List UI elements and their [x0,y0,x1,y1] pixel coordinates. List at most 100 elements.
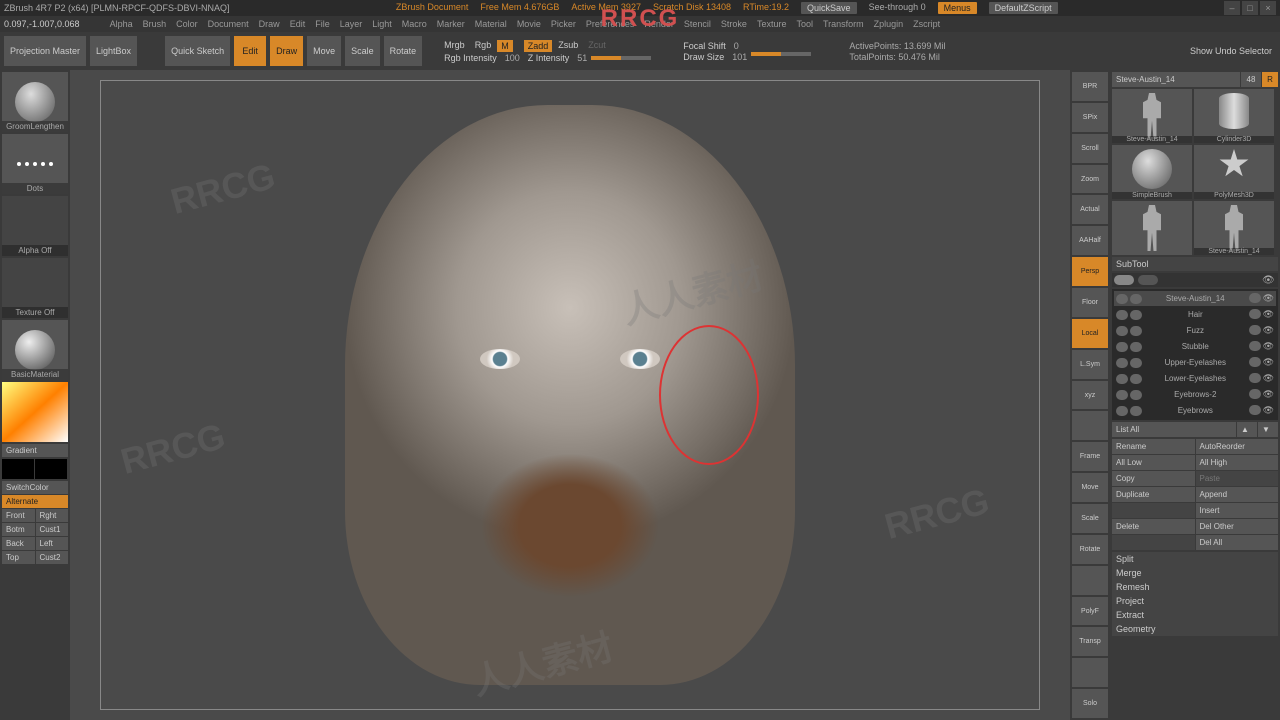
section-merge[interactable]: Merge [1112,566,1278,580]
rtool-scroll[interactable]: Scroll [1072,134,1108,163]
toggle-icon[interactable] [1116,406,1128,416]
rtool-actual[interactable]: Actual [1072,195,1108,224]
brush-toggle-icon[interactable] [1249,309,1261,319]
eye-icon[interactable]: 👁 [1263,389,1274,400]
cust2-button[interactable]: Cust2 [36,551,69,564]
stroke-selector[interactable]: Dots [2,134,68,194]
subtool-item[interactable]: Upper-Eyelashes👁 [1114,355,1276,370]
rtool-l.sym[interactable]: L.Sym [1072,350,1108,379]
close-button[interactable]: × [1260,1,1276,15]
rtool-polyf[interactable]: PolyF [1072,597,1108,626]
paste-button[interactable]: Paste [1196,471,1279,486]
duplicate-button[interactable]: Duplicate [1112,487,1195,502]
scale-button[interactable]: Scale [345,36,380,66]
brush-toggle-icon[interactable] [1249,357,1261,367]
append-button[interactable]: Append [1196,487,1279,502]
draw-size-value[interactable]: 101 [732,52,747,62]
copy-button[interactable]: Copy [1112,471,1195,486]
zscript-button[interactable]: DefaultZScript [989,2,1058,14]
rgb-button[interactable]: Rgb [471,40,496,52]
all-high-button[interactable]: All High [1196,455,1279,470]
toggle-icon[interactable] [1116,310,1128,320]
rtool-move[interactable]: Move [1072,473,1108,502]
rtool-xyz[interactable]: xyz [1072,381,1108,410]
rtool-aahalf[interactable]: AAHalf [1072,226,1108,255]
brush-selector[interactable]: GroomLengthen [2,72,68,132]
gradient-button[interactable]: Gradient [2,444,68,457]
tool-r-button[interactable]: R [1262,72,1278,87]
lightbox-button[interactable]: LightBox [90,36,137,66]
move-button[interactable]: Move [307,36,341,66]
tool-thumb[interactable]: Cylinder3D [1194,89,1274,143]
tool-num[interactable]: 48 [1241,72,1261,87]
rtool-zoom[interactable]: Zoom [1072,165,1108,194]
color-picker[interactable] [2,382,68,442]
min-button[interactable]: – [1224,1,1240,15]
toggle-icon[interactable] [1116,390,1128,400]
tool-thumb[interactable]: Steve-Austin_14 [1112,89,1192,143]
subtool-toggle-icon[interactable] [1114,275,1134,285]
tool-thumb[interactable] [1112,201,1192,255]
menu-macro[interactable]: Macro [402,19,427,29]
rotate-button[interactable]: Rotate [384,36,423,66]
max-button[interactable]: □ [1242,1,1258,15]
menu-document[interactable]: Document [208,19,249,29]
menu-edit[interactable]: Edit [290,19,306,29]
rtool-blank[interactable] [1072,411,1108,440]
m-button[interactable]: M [497,40,513,52]
brush-toggle-icon[interactable] [1249,389,1261,399]
front-button[interactable]: Front [2,509,35,522]
focal-shift-value[interactable]: 0 [734,41,739,51]
delete-button[interactable]: Delete [1112,519,1195,534]
menu-tool[interactable]: Tool [796,19,813,29]
brush-toggle-icon[interactable] [1249,405,1261,415]
subtool-item[interactable]: Eyebrows👁 [1114,403,1276,418]
subtool-item[interactable]: Hair👁 [1114,307,1276,322]
subtool-item[interactable]: Fuzz👁 [1114,323,1276,338]
right-button[interactable]: Rght [36,509,69,522]
alternate-button[interactable]: Alternate [2,495,68,508]
rtool-floor[interactable]: Floor [1072,288,1108,317]
brush-toggle-icon[interactable] [1249,293,1261,303]
quicksave-button[interactable]: QuickSave [801,2,857,14]
top-button[interactable]: Top [2,551,35,564]
sculpt-model[interactable] [345,105,795,685]
undo-selector[interactable]: Show Undo Selector [1186,46,1276,56]
menu-stencil[interactable]: Stencil [684,19,711,29]
arrow-down-button[interactable]: ▼ [1258,422,1278,437]
tool-thumb[interactable]: SimpleBrush [1112,145,1192,199]
projection-master-button[interactable]: Projection Master [4,36,86,66]
rename-button[interactable]: Rename [1112,439,1195,454]
subtool-item[interactable]: Eyebrows-2👁 [1114,387,1276,402]
back-button[interactable]: Back [2,537,35,550]
subtool-toggle-icon[interactable] [1138,275,1158,285]
toggle-icon[interactable] [1130,374,1142,384]
section-extract[interactable]: Extract [1112,608,1278,622]
arrow-up-button[interactable]: ▲ [1237,422,1257,437]
toggle-icon[interactable] [1130,310,1142,320]
material-selector[interactable]: BasicMaterial [2,320,68,380]
menu-movie[interactable]: Movie [517,19,541,29]
subtool-item[interactable]: Steve-Austin_14👁 [1114,291,1276,306]
doc-name[interactable]: ZBrush Document [396,2,469,14]
draw-size-slider[interactable] [751,52,811,56]
tool-thumb[interactable]: PolyMesh3D [1194,145,1274,199]
menu-picker[interactable]: Picker [551,19,576,29]
menus-button[interactable]: Menus [938,2,977,14]
eye-icon[interactable]: 👁 [1263,293,1274,304]
menu-color[interactable]: Color [176,19,198,29]
insert-button[interactable]: Insert [1196,503,1279,518]
toggle-icon[interactable] [1130,406,1142,416]
zcut-button[interactable]: Zcut [584,40,610,52]
rtool-solo[interactable]: Solo [1072,689,1108,718]
section-geometry[interactable]: Geometry [1112,622,1278,636]
section-split[interactable]: Split [1112,552,1278,566]
listall-button[interactable]: List All [1112,422,1236,437]
subtool-item[interactable]: Lower-Eyelashes👁 [1114,371,1276,386]
menu-zplugin[interactable]: Zplugin [874,19,904,29]
mrgb-button[interactable]: Mrgb [440,40,469,52]
eye-icon[interactable]: 👁 [1263,309,1274,320]
toggle-icon[interactable] [1130,358,1142,368]
rtool-local[interactable]: Local [1072,319,1108,348]
menu-layer[interactable]: Layer [340,19,363,29]
